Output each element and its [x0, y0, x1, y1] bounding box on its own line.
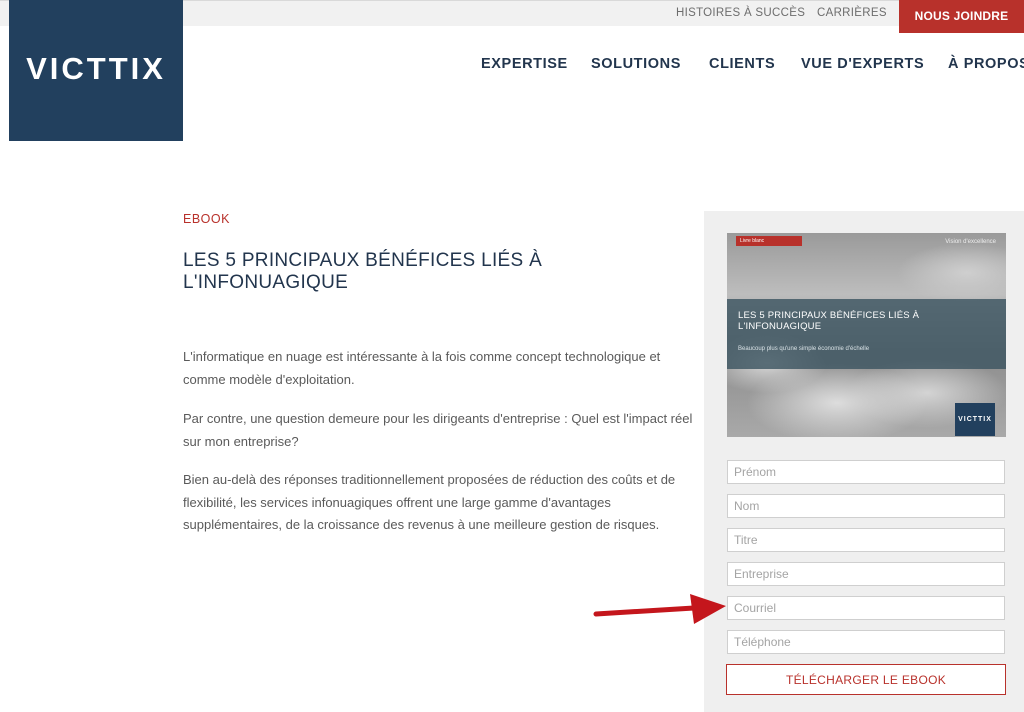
email-field[interactable]	[727, 596, 1005, 620]
benefits-paragraph: Bien au-delà des réponses traditionnelle…	[183, 472, 676, 532]
nav-item-clients[interactable]: CLIENTS	[709, 56, 775, 72]
contact-us-button[interactable]: NOUS JOINDRE	[899, 0, 1024, 33]
careers-link[interactable]: CARRIÈRES	[817, 7, 887, 19]
download-ebook-button[interactable]: TÉLÉCHARGER LE EBOOK	[726, 664, 1006, 695]
logo-wordmark: VICTTIX	[26, 50, 166, 86]
first-name-field[interactable]	[727, 460, 1005, 484]
cover-badge: Livre blanc	[736, 236, 802, 246]
nav-item-expertise[interactable]: EXPERTISE	[481, 56, 568, 72]
last-name-field[interactable]	[727, 494, 1005, 518]
success-stories-link[interactable]: HISTOIRES À SUCCÈS	[676, 7, 805, 19]
cover-logo: VICTTIX	[955, 403, 995, 436]
ebook-cover-image: Livre blanc Vision d'excellence LES 5 PR…	[727, 233, 1006, 437]
intro-paragraph: L'informatique en nuage est intéressante…	[183, 349, 661, 387]
job-title-field[interactable]	[727, 528, 1005, 552]
phone-field[interactable]	[727, 630, 1005, 654]
nav-item-about[interactable]: À PROPOS	[948, 56, 1024, 72]
question-paragraph: Par contre, une question demeure pour le…	[183, 411, 693, 449]
nav-item-expert-views[interactable]: VUE D'EXPERTS	[801, 56, 924, 72]
cover-subtitle: Beaucoup plus qu'une simple économie d'é…	[738, 346, 870, 352]
arrow-right-icon	[593, 594, 726, 624]
content-type-tag: EBOOK	[183, 212, 230, 226]
cover-header-text: Vision d'excellence	[945, 239, 996, 245]
site-logo[interactable]: VICTTIX	[9, 0, 183, 141]
cover-title: LES 5 PRINCIPAUX BÉNÉFICES LIÉS À L'INFO…	[738, 310, 920, 332]
page-title: LES 5 PRINCIPAUX BÉNÉFICES LIÉS À L'INFO…	[183, 250, 543, 293]
nav-item-solutions[interactable]: SOLUTIONS	[591, 56, 681, 72]
company-field[interactable]	[727, 562, 1005, 586]
